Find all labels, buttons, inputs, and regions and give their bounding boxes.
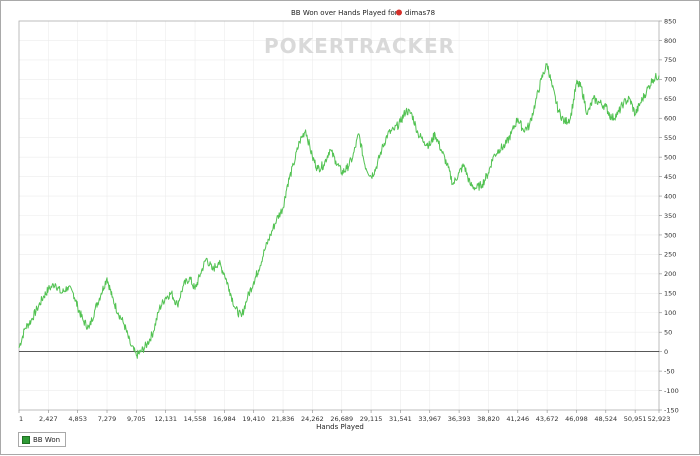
title-player: dimas78 [405, 9, 435, 17]
y-tick-label: 500 [664, 153, 676, 161]
x-tick-label: 33,967 [418, 415, 441, 423]
y-tick-label: 200 [664, 270, 676, 278]
x-tick-label: 2,427 [39, 415, 58, 423]
y-tick-label: 50 [664, 329, 672, 337]
player-flag-icon [396, 9, 402, 16]
x-tick-label: 21,836 [272, 415, 295, 423]
y-tick-label: 600 [664, 115, 676, 123]
axes: 8508007507006506005505004504003503002502… [18, 17, 679, 423]
x-tick-label: 19,410 [242, 415, 265, 423]
y-tick-label: 400 [664, 192, 676, 200]
legend-swatch [22, 435, 30, 444]
x-tick-label: 7,279 [98, 415, 117, 423]
y-tick-label: 250 [664, 251, 676, 259]
y-tick-label: 850 [664, 17, 676, 25]
x-tick-label: 38,820 [477, 415, 500, 423]
x-tick-label: 52,923 [648, 415, 671, 423]
y-tick-label: 650 [664, 95, 676, 103]
x-tick-label: 1 [19, 415, 23, 423]
chart-title: BB Won over Hands Played for dimas78 [291, 9, 435, 17]
x-tick-label: 36,393 [448, 415, 471, 423]
y-tick-label: 750 [664, 56, 676, 64]
x-tick-label: 14,558 [184, 415, 207, 423]
x-tick-label: 43,672 [536, 415, 559, 423]
y-tick-label: -50 [664, 367, 675, 375]
y-tick-label: 550 [664, 134, 676, 142]
x-tick-label: 26,689 [330, 415, 353, 423]
y-tick-label: 350 [664, 212, 676, 220]
y-tick-label: 800 [664, 37, 676, 45]
x-tick-label: 50,951 [624, 415, 647, 423]
x-tick-label: 41,246 [506, 415, 529, 423]
y-tick-label: 0 [664, 348, 668, 356]
y-tick-label: -100 [664, 387, 679, 395]
x-tick-label: 48,524 [594, 415, 617, 423]
x-tick-label: 46,098 [565, 415, 588, 423]
x-tick-label: 31,541 [389, 415, 412, 423]
series-line-bb-won [18, 63, 660, 359]
y-tick-label: 100 [664, 309, 676, 317]
y-tick-label: 450 [664, 173, 676, 181]
y-tick-label: -150 [664, 406, 679, 414]
chart-svg: POKERTRACKER 850800750700650600550500450… [18, 9, 679, 431]
x-tick-label: 16,984 [213, 415, 236, 423]
x-tick-label: 12,131 [154, 415, 177, 423]
series-layer [18, 63, 660, 359]
x-axis-label: Hands Played [316, 423, 364, 431]
watermark-logo: POKERTRACKER [264, 34, 455, 58]
legend-label: BB Won [33, 435, 61, 444]
y-tick-label: 300 [664, 231, 676, 239]
y-tick-label: 700 [664, 76, 676, 84]
x-tick-label: 9,705 [127, 415, 146, 423]
x-tick-label: 4,853 [68, 415, 87, 423]
legend: BB Won [18, 432, 67, 447]
chart-panel: POKERTRACKER 850 800 750 700 650 600 550 500 450… [0, 0, 700, 455]
title-text: BB Won over Hands Played for [291, 9, 398, 17]
x-tick-label: 29,115 [360, 415, 383, 423]
x-tick-label: 24,262 [301, 415, 324, 423]
y-tick-label: 150 [664, 290, 676, 298]
